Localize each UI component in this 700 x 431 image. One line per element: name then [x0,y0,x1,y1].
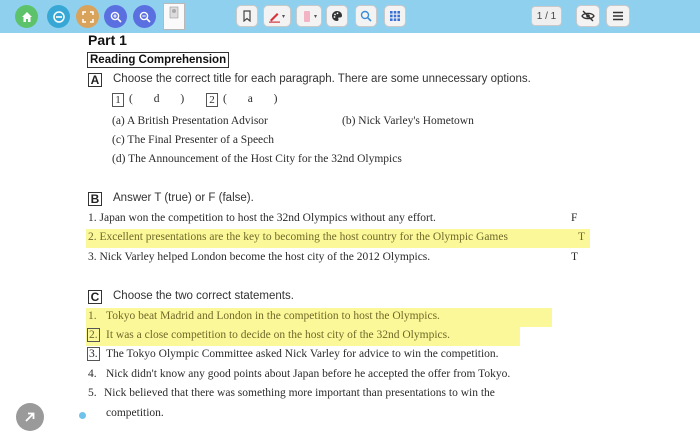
pen-tool[interactable]: ▾ [263,5,291,27]
bookmark-icon [243,10,251,22]
section-c-label: C [88,290,102,304]
tf-item-3: 3. Nick Varley helped London become the … [88,251,431,263]
tf-item-1: 1. Japan won the competition to host the… [88,212,436,224]
search-button[interactable] [355,5,377,27]
zoom-out-button[interactable] [133,5,156,28]
eye-off-icon [581,10,595,22]
section-b-label: B [88,192,102,206]
statement-3-number: 3. [87,347,100,361]
part-title: Part 1 [88,32,127,48]
marker-dropdown-icon: ▾ [314,13,318,20]
zoom-out-icon [139,11,151,23]
page-thumbnail[interactable] [163,3,185,30]
statement-5-continued: competition. [106,407,164,419]
option-d: (d) The Announcement of the Host City fo… [112,153,402,165]
statement-5: Nick believed that there was something m… [104,387,495,399]
zoom-in-icon [110,11,122,23]
palette-button[interactable] [326,5,348,27]
tf-answer-3: T [571,251,579,263]
fit-icon [81,10,94,23]
pen-dropdown-icon: ▾ [282,13,286,20]
option-b: (b) Nick Varley's Hometown [342,115,474,127]
grid-icon [390,11,400,21]
statement-4: Nick didn't know any good points about J… [106,368,511,380]
statement-4-number: 4. [88,368,97,380]
answer-1-number: 1 [112,93,124,107]
marker-icon [304,10,310,22]
arrow-up-right-icon [25,412,35,422]
back-icon [52,10,65,23]
statement-1-number: 1. [88,310,97,322]
pen-icon [269,12,280,23]
hide-annotations-button[interactable] [576,5,600,27]
tf-answer-2: T [578,231,586,243]
statement-2: It was a close competition to decide on … [106,329,450,341]
menu-icon [613,11,623,21]
document-page: Part 1 Reading Comprehension A Choose th… [0,32,700,428]
bookmark-button[interactable] [236,5,258,27]
statement-5-number: 5. [88,387,97,399]
section-c-instruction: Choose the two correct statements. [113,290,294,302]
tf-item-2: 2. Excellent presentations are the key t… [88,231,508,243]
fit-button[interactable] [76,5,99,28]
toolbar: ▾ ▾ 1 / 1 [0,0,700,33]
search-icon [360,10,372,22]
back-button[interactable] [47,5,70,28]
section-b-instruction: Answer T (true) or F (false). [113,192,254,204]
home-button[interactable] [15,5,38,28]
section-title: Reading Comprehension [87,52,230,68]
section-a-instruction: Choose the correct title for each paragr… [113,73,531,85]
tf-answer-1: F [571,212,578,224]
answer-2-value: ( a ) [223,93,278,105]
marker-tool[interactable]: ▾ [296,5,322,27]
cursor-dot [79,412,86,419]
thumbnail-icon [169,6,179,19]
statement-3: The Tokyo Olympic Committee asked Nick V… [106,348,499,360]
home-icon [21,11,32,22]
option-c: (c) The Final Presenter of a Speech [112,134,275,146]
section-a-label: A [88,73,102,87]
palette-icon [332,11,342,21]
menu-button[interactable] [606,5,630,27]
statement-1: Tokyo beat Madrid and London in the comp… [106,310,440,322]
expand-button[interactable] [16,403,44,431]
zoom-in-button[interactable] [104,5,127,28]
answer-2-number: 2 [206,93,218,107]
page-indicator: 1 / 1 [531,6,562,26]
grid-button[interactable] [384,5,406,27]
answer-1-value: ( d ) [129,93,185,105]
statement-2-number: 2. [87,328,100,342]
option-a: (a) A British Presentation Advisor [112,115,268,127]
